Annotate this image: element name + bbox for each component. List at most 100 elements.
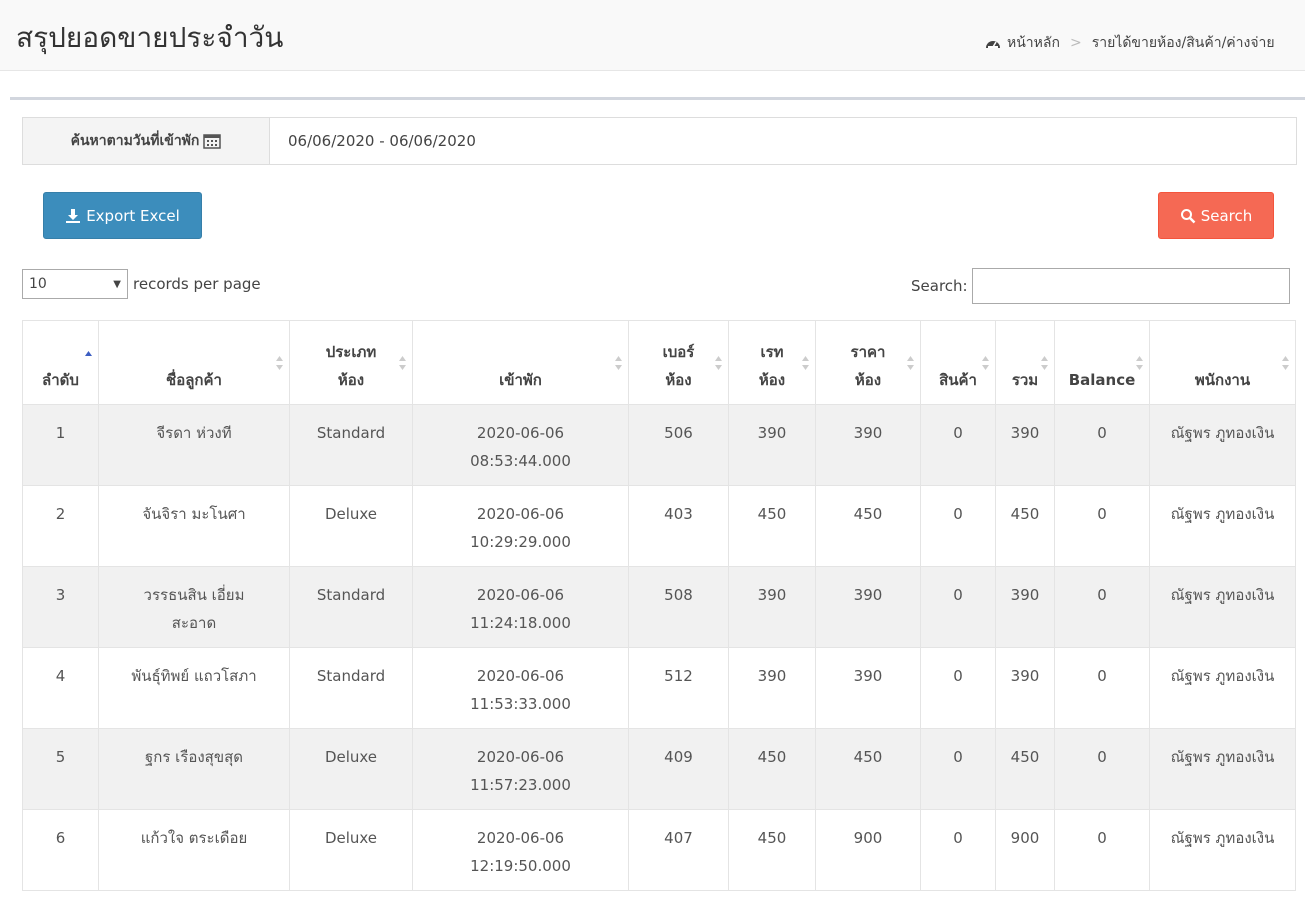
cell-no: 5 — [22, 728, 99, 810]
table-header-row: ลำดับ ชื่อลูกค้า ประเภทห้อง เข้าพัก เบอร… — [22, 320, 1296, 405]
cell-balance: 0 — [1054, 566, 1150, 648]
sort-asc-icon — [85, 351, 92, 356]
column-header-room-no[interactable]: เบอร์ห้อง — [628, 320, 729, 405]
cell-product: 0 — [920, 566, 996, 648]
cell-no: 6 — [22, 809, 99, 891]
cell-room-price: 390 — [815, 647, 921, 729]
breadcrumb-current: รายได้ขายห้อง/สินค้า/ค่างจ่าย — [1091, 35, 1275, 51]
column-header-balance[interactable]: Balance — [1054, 320, 1150, 405]
sort-icon — [1282, 356, 1289, 370]
page-length-select[interactable]: 10 ▼ — [22, 269, 128, 299]
column-header-staff[interactable]: พนักงาน — [1149, 320, 1296, 405]
sort-icon — [1136, 356, 1143, 370]
page-length-control: 10 ▼ records per page — [22, 269, 261, 299]
cell-total: 450 — [995, 728, 1055, 810]
cell-product: 0 — [920, 728, 996, 810]
calendar-icon — [203, 134, 222, 149]
cell-room-type: Standard — [289, 566, 413, 648]
column-header-product[interactable]: สินค้า — [920, 320, 996, 405]
cell-product: 0 — [920, 809, 996, 891]
search-button-label: Search — [1200, 206, 1253, 225]
cell-rate: 450 — [728, 728, 816, 810]
page-length-label: records per page — [133, 275, 261, 293]
cell-staff: ณัฐพร ภูทองเงิน — [1149, 485, 1296, 567]
sort-icon — [276, 356, 283, 370]
sort-icon — [1041, 356, 1048, 370]
cell-customer: พันธุ์ทิพย์ แถวโสภา — [98, 647, 290, 729]
table-search-input[interactable] — [971, 268, 1290, 304]
breadcrumb-home-link[interactable]: หน้าหลัก — [1007, 32, 1060, 54]
download-icon — [66, 208, 81, 223]
cell-no: 2 — [22, 485, 99, 567]
cell-total: 900 — [995, 809, 1055, 891]
page-title: สรุปยอดขายประจำวัน — [16, 21, 284, 54]
table-row: 6 แก้วใจ ตระเดือย Deluxe 2020-06-06 12:1… — [22, 809, 1296, 891]
cell-total: 390 — [995, 566, 1055, 648]
cell-customer: แก้วใจ ตระเดือย — [98, 809, 290, 891]
cell-room-no: 409 — [628, 728, 729, 810]
sort-icon — [399, 356, 406, 370]
export-excel-button[interactable]: Export Excel — [43, 192, 202, 239]
cell-balance: 0 — [1054, 404, 1150, 486]
cell-room-type: Standard — [289, 647, 413, 729]
cell-room-type: Standard — [289, 404, 413, 486]
date-filter-label-text: ค้นหาตามวันที่เข้าพัก — [70, 133, 200, 149]
column-header-rate[interactable]: เรทห้อง — [728, 320, 816, 405]
page-header: สรุปยอดขายประจำวัน หน้าหลัก > รายได้ขายห… — [0, 0, 1305, 71]
column-header-room-type[interactable]: ประเภทห้อง — [289, 320, 413, 405]
search-button[interactable]: Search — [1158, 192, 1274, 239]
cell-room-no: 403 — [628, 485, 729, 567]
cell-check-in: 2020-06-06 11:24:18.000 — [412, 566, 629, 648]
cell-staff: ณัฐพร ภูทองเงิน — [1149, 728, 1296, 810]
table-row: 4 พันธุ์ทิพย์ แถวโสภา Standard 2020-06-0… — [22, 647, 1296, 729]
cell-balance: 0 — [1054, 647, 1150, 729]
cell-balance: 0 — [1054, 728, 1150, 810]
cell-staff: ณัฐพร ภูทองเงิน — [1149, 809, 1296, 891]
column-header-no[interactable]: ลำดับ — [22, 320, 99, 405]
cell-no: 3 — [22, 566, 99, 648]
cell-staff: ณัฐพร ภูทองเงิน — [1149, 566, 1296, 648]
cell-room-price: 390 — [815, 404, 921, 486]
date-range-input[interactable] — [270, 118, 1296, 164]
cell-room-price: 450 — [815, 728, 921, 810]
sales-table: ลำดับ ชื่อลูกค้า ประเภทห้อง เข้าพัก เบอร… — [22, 320, 1296, 891]
cell-total: 450 — [995, 485, 1055, 567]
cell-no: 4 — [22, 647, 99, 729]
cell-room-price: 390 — [815, 566, 921, 648]
cell-room-type: Deluxe — [289, 728, 413, 810]
cell-check-in: 2020-06-06 10:29:29.000 — [412, 485, 629, 567]
cell-room-no: 512 — [628, 647, 729, 729]
column-header-room-price[interactable]: ราคาห้อง — [815, 320, 921, 405]
cell-product: 0 — [920, 404, 996, 486]
cell-balance: 0 — [1054, 809, 1150, 891]
cell-total: 390 — [995, 647, 1055, 729]
column-header-customer[interactable]: ชื่อลูกค้า — [98, 320, 290, 405]
cell-customer: ฐกร เรืองสุขสุด — [98, 728, 290, 810]
sort-icon — [907, 356, 914, 370]
page-length-value: 10 — [29, 276, 47, 292]
cell-no: 1 — [22, 404, 99, 486]
date-filter-label: ค้นหาตามวันที่เข้าพัก — [23, 118, 270, 164]
column-header-total[interactable]: รวม — [995, 320, 1055, 405]
column-header-check-in[interactable]: เข้าพัก — [412, 320, 629, 405]
export-excel-label: Export Excel — [86, 206, 180, 225]
cell-room-type: Deluxe — [289, 485, 413, 567]
cell-rate: 390 — [728, 404, 816, 486]
cell-staff: ณัฐพร ภูทองเงิน — [1149, 647, 1296, 729]
cell-product: 0 — [920, 485, 996, 567]
cell-room-price: 450 — [815, 485, 921, 567]
chevron-down-icon: ▼ — [113, 278, 121, 290]
cell-rate: 390 — [728, 566, 816, 648]
cell-room-price: 900 — [815, 809, 921, 891]
cell-balance: 0 — [1054, 485, 1150, 567]
cell-customer: วรรธนสิน เอี่ยมสะอาด — [98, 566, 290, 648]
cell-product: 0 — [920, 647, 996, 729]
breadcrumb-separator: > — [1069, 35, 1082, 51]
cell-room-type: Deluxe — [289, 809, 413, 891]
breadcrumb: หน้าหลัก > รายได้ขายห้อง/สินค้า/ค่างจ่าย — [985, 32, 1275, 54]
cell-room-no: 506 — [628, 404, 729, 486]
date-filter-group: ค้นหาตามวันที่เข้าพัก — [22, 117, 1297, 165]
sort-icon — [615, 356, 622, 370]
dashboard-icon — [986, 41, 1000, 48]
cell-check-in: 2020-06-06 11:57:23.000 — [412, 728, 629, 810]
